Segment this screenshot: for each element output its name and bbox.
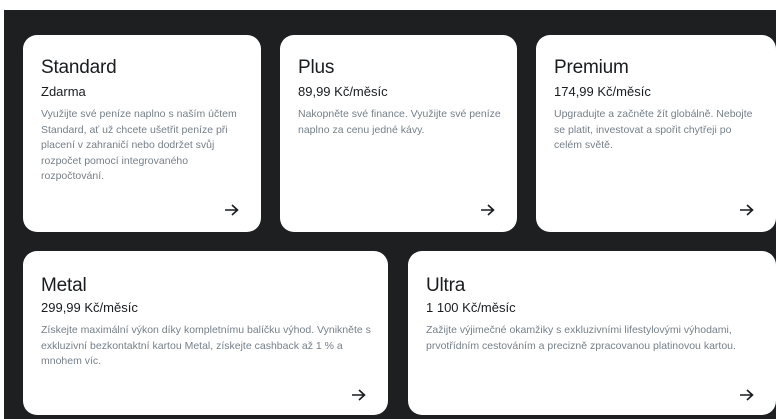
plan-price: 174,99 Kč/měsíc <box>554 84 651 99</box>
arrow-right-icon[interactable] <box>221 202 243 218</box>
plan-description: Zažijte výjimečné okamžiky s exkluzivním… <box>426 324 736 352</box>
plan-card-metal[interactable]: Metal 299,99 Kč/měsíc Získejte maximální… <box>23 251 388 415</box>
plan-card-standard[interactable]: Standard Zdarma Využijte své peníze napl… <box>23 35 261 232</box>
plan-card-premium[interactable]: Premium 174,99 Kč/měsíc Upgradujte a zač… <box>536 35 776 232</box>
arrow-right-icon[interactable] <box>348 387 370 403</box>
plan-description: Získejte maximální výkon díky kompletním… <box>41 324 371 367</box>
plan-description: Využijte své peníze naplno s naším účtem… <box>41 108 237 182</box>
plan-name: Standard <box>41 57 117 78</box>
plan-name: Premium <box>554 57 629 78</box>
plan-price: Zdarma <box>41 84 86 99</box>
plan-price: 1 100 Kč/měsíc <box>426 300 516 315</box>
plan-price: 299,99 Kč/měsíc <box>41 300 138 315</box>
arrow-right-icon[interactable] <box>736 202 758 218</box>
plans-panel: Standard Zdarma Využijte své peníze napl… <box>4 10 776 419</box>
arrow-right-icon[interactable] <box>477 202 499 218</box>
arrow-right-icon[interactable] <box>736 387 758 403</box>
plan-price: 89,99 Kč/měsíc <box>298 84 388 99</box>
plan-name: Ultra <box>426 275 466 296</box>
plan-name: Metal <box>41 275 87 296</box>
plan-name: Plus <box>298 57 335 78</box>
plan-description: Nakopněte své finance. Využijte své pení… <box>298 108 501 136</box>
plan-card-ultra[interactable]: Ultra 1 100 Kč/měsíc Zažijte výjimečné o… <box>408 251 776 415</box>
plan-description: Upgradujte a začněte žít globálně. Neboj… <box>554 108 753 151</box>
plan-card-plus[interactable]: Plus 89,99 Kč/měsíc Nakopněte své financ… <box>280 35 517 232</box>
